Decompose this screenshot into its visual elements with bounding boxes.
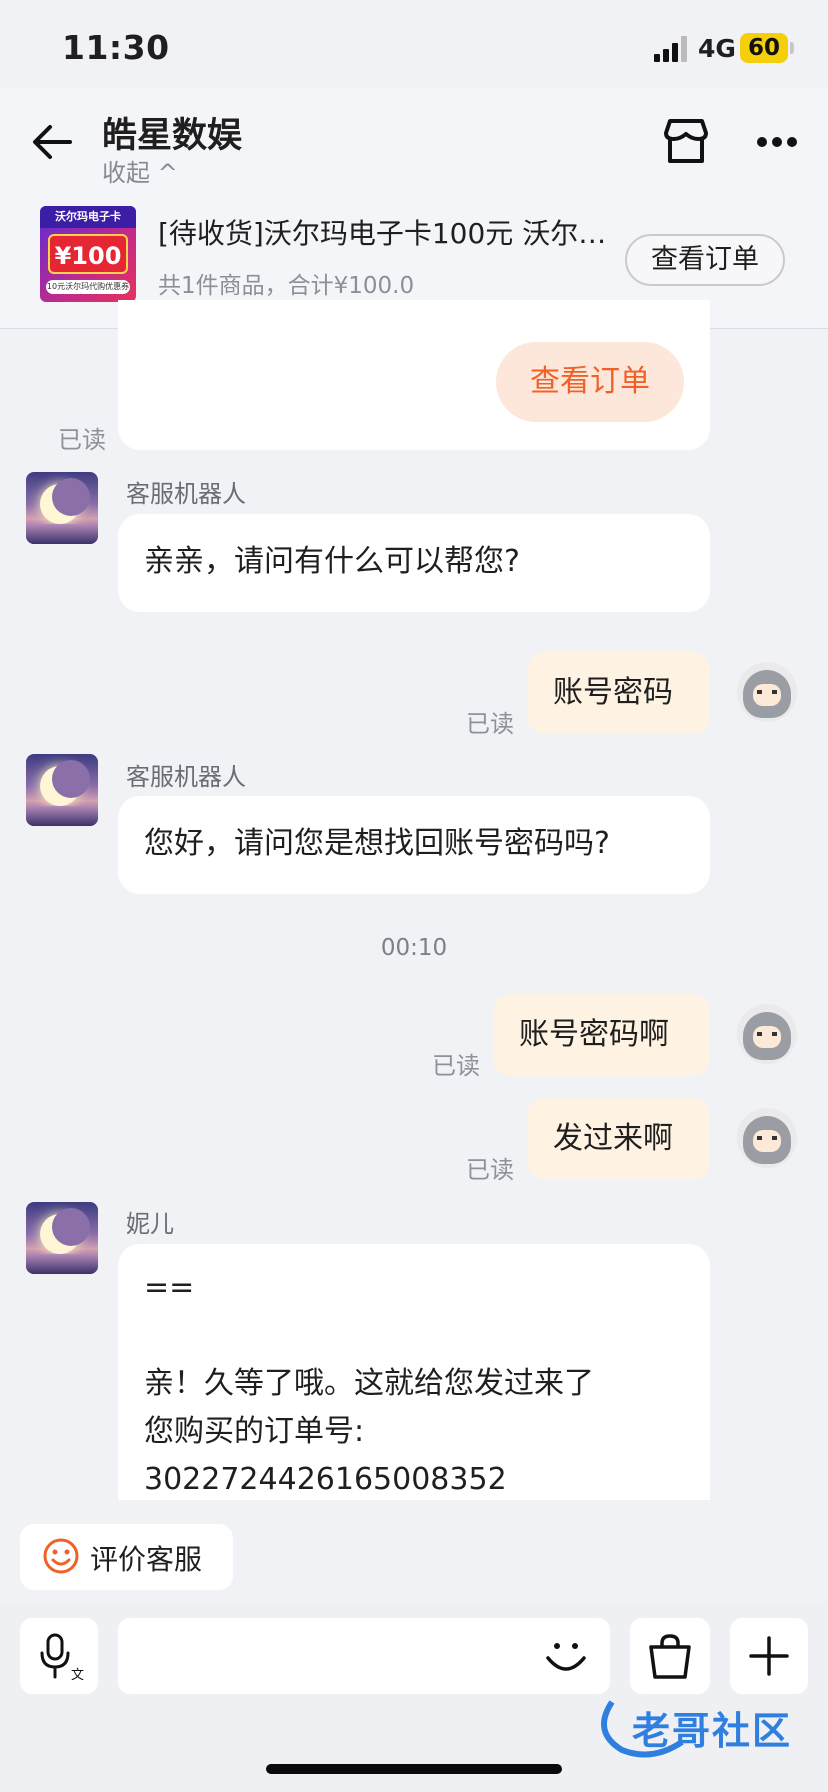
message-text: 发过来啊: [553, 1121, 673, 1156]
status-time: 11:30: [62, 28, 170, 67]
plus-button[interactable]: [730, 1618, 808, 1694]
my-message-bubble: 账号密码啊: [493, 994, 710, 1076]
read-receipt: 已读: [466, 1156, 514, 1184]
sender-name: 客服机器人: [126, 763, 246, 791]
order-title[interactable]: [待收货]沃尔玛电子卡100元 沃尔玛购物卡: [158, 212, 618, 252]
smiley-icon: [43, 1538, 79, 1574]
thumb-footer: 10元沃尔玛代购优惠券: [46, 280, 130, 294]
read-receipt: 已读: [58, 426, 106, 454]
view-order-chat-button[interactable]: 查看订单: [496, 342, 684, 422]
order-summary: 共1件商品，合计¥100.0: [158, 273, 415, 299]
service-avatar[interactable]: [26, 472, 98, 544]
shopping-bag-button[interactable]: [630, 1618, 710, 1694]
message-line: 您购买的订单号:: [144, 1414, 365, 1449]
shop-title: 皓星数娱: [102, 116, 243, 156]
battery-tip: [790, 42, 794, 54]
message-line: ==: [144, 1270, 195, 1305]
order-product-image[interactable]: 沃尔玛电子卡 ¥100 10元沃尔玛代购优惠券: [40, 206, 136, 302]
my-avatar[interactable]: [737, 1004, 797, 1064]
signal-icon: [654, 36, 687, 62]
watermark-logo: 老哥社区: [592, 1692, 812, 1762]
order-number: 3022724426165008352: [144, 1462, 507, 1497]
rate-service-button[interactable]: 评价客服: [20, 1524, 233, 1590]
view-order-button[interactable]: 查看订单: [625, 234, 785, 286]
message-text: 您好，请问您是想找回账号密码吗?: [144, 826, 610, 861]
message-bubble: 亲亲，请问有什么可以帮您?: [118, 514, 710, 612]
thumb-amount: ¥100: [48, 234, 128, 274]
home-indicator[interactable]: [266, 1764, 562, 1774]
my-message-bubble: 账号密码: [527, 652, 710, 734]
plus-icon: [749, 1636, 789, 1676]
more-icon[interactable]: [756, 136, 798, 148]
message-line: 亲！久等了哦。这就给您发过来了: [144, 1366, 594, 1401]
message-text: 亲亲，请问有什么可以帮您?: [144, 544, 520, 579]
thumb-header: 沃尔玛电子卡: [40, 206, 136, 228]
my-avatar[interactable]: [737, 1108, 797, 1168]
my-message-bubble: 发过来啊: [527, 1098, 710, 1180]
svg-text:文: 文: [71, 1668, 84, 1681]
shopping-bag-icon: [649, 1634, 691, 1679]
message-text: 账号密码: [553, 675, 673, 710]
service-avatar[interactable]: [26, 754, 98, 826]
message-input[interactable]: [118, 1618, 610, 1694]
time-separator: 00:10: [380, 935, 448, 961]
voice-button[interactable]: 文: [20, 1618, 98, 1694]
network-type: 4G: [698, 34, 736, 63]
emoji-icon[interactable]: [544, 1634, 588, 1678]
battery-level: 60: [740, 33, 788, 63]
message-text: 账号密码啊: [519, 1017, 669, 1052]
message-bubble: == 亲！久等了哦。这就给您发过来了 您购买的订单号: 302272442616…: [118, 1244, 710, 1500]
watermark-text: 老哥社区: [632, 1709, 793, 1753]
store-icon[interactable]: [664, 117, 708, 165]
voice-to-text-icon: 文: [40, 1633, 84, 1681]
collapse-toggle[interactable]: 收起 ^: [102, 153, 178, 188]
message-bubble: 您好，请问您是想找回账号密码吗?: [118, 796, 710, 894]
sender-name: 妮儿: [126, 1210, 174, 1238]
my-avatar[interactable]: [737, 662, 797, 722]
service-avatar[interactable]: [26, 1202, 98, 1274]
back-arrow-icon[interactable]: [30, 120, 74, 164]
read-receipt: 已读: [466, 710, 514, 738]
sender-name: 客服机器人: [126, 480, 246, 508]
rate-service-label: 评价客服: [90, 1543, 203, 1576]
read-receipt: 已读: [432, 1052, 480, 1080]
